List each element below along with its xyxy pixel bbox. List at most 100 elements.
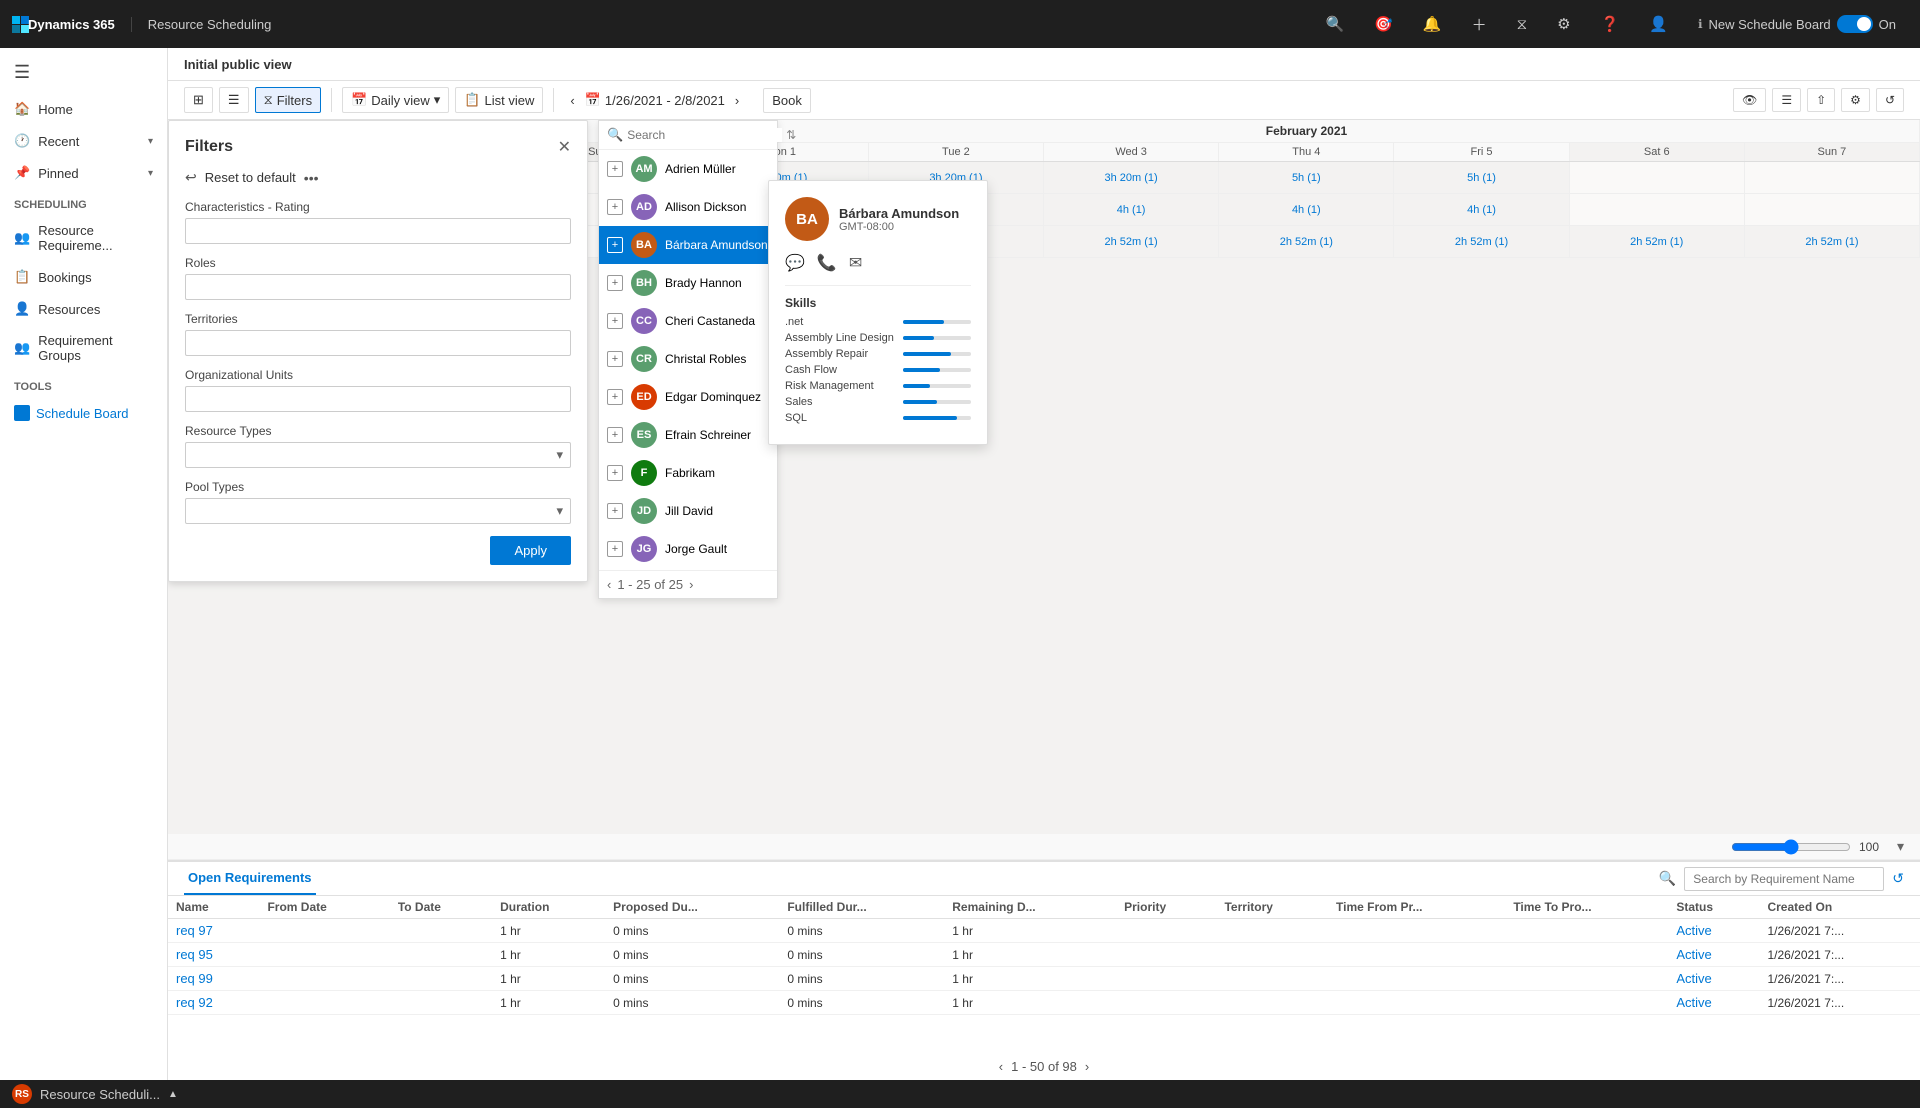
filter-icon[interactable]: ⧖	[1517, 16, 1528, 33]
pool-types-select[interactable]	[185, 498, 571, 524]
filters-button[interactable]: ⧖ Filters	[255, 87, 322, 113]
status-badge[interactable]: Active	[1676, 947, 1711, 962]
refresh-requirements-icon[interactable]: ↺	[1892, 870, 1904, 887]
cell-priority	[1116, 943, 1216, 967]
book-button[interactable]: Book	[763, 88, 811, 113]
list-item[interactable]: + JG Jorge Gault	[599, 530, 777, 568]
phone-icon[interactable]: 📞	[817, 253, 837, 273]
grid-view-button[interactable]: ⊞	[184, 87, 213, 113]
requirement-link[interactable]: req 99	[176, 971, 213, 986]
territories-input[interactable]	[185, 330, 571, 356]
status-badge[interactable]: Active	[1676, 995, 1711, 1010]
requirement-link[interactable]: req 95	[176, 947, 213, 962]
list-item[interactable]: + CC Cheri Castaneda	[599, 302, 777, 340]
sort-icon[interactable]: ⇅	[786, 128, 796, 142]
cell-remaining-dur: 1 hr	[944, 967, 1116, 991]
cell-fri5-r2[interactable]: 4h (1)	[1394, 194, 1569, 225]
sidebar-item-home[interactable]: 🏠 Home	[0, 93, 167, 125]
cell-wed3-r2[interactable]: 4h (1)	[1044, 194, 1219, 225]
day-wed-3: Wed 3	[1044, 143, 1219, 161]
prev-date-button[interactable]: ‹	[564, 91, 580, 110]
cell-wed3-r3[interactable]: 2h 52m (1)	[1044, 226, 1219, 257]
list-item[interactable]: + BA Bárbara Amundson	[599, 226, 777, 264]
org-units-input[interactable]	[185, 386, 571, 412]
status-badge[interactable]: Active	[1676, 971, 1711, 986]
settings-icon[interactable]: ⚙	[1557, 15, 1570, 33]
help-icon[interactable]: ❓	[1601, 15, 1620, 33]
expand-icon[interactable]: ▾	[1897, 838, 1904, 855]
requirement-link[interactable]: req 97	[176, 923, 213, 938]
list-item[interactable]: + F Fabrikam	[599, 454, 777, 492]
sidebar-item-bookings[interactable]: 📋 Bookings	[0, 261, 167, 293]
resource-view-button[interactable]: 👁	[1733, 88, 1766, 112]
sidebar-item-requirement-groups[interactable]: 👥 Requirement Groups	[0, 325, 167, 371]
share-button[interactable]: ⇧	[1807, 88, 1835, 112]
day-sat-6: Sat 6	[1570, 143, 1745, 161]
list-item[interactable]: + ES Efrain Schreiner	[599, 416, 777, 454]
resource-search-input[interactable]	[627, 128, 782, 142]
list-item[interactable]: + CR Christal Robles	[599, 340, 777, 378]
requirements-table: Name From Date To Date Duration Proposed…	[168, 896, 1920, 1015]
list-view-button[interactable]: 📋 List view	[455, 87, 543, 113]
add-resource-icon: +	[607, 161, 623, 177]
sidebar-item-resource-requirements[interactable]: 👥 Resource Requireme...	[0, 215, 167, 261]
list-item[interactable]: + BH Brady Hannon	[599, 264, 777, 302]
column-settings-button[interactable]: ☰	[1772, 88, 1801, 112]
toggle-switch[interactable]	[1837, 15, 1873, 33]
next-page-icon[interactable]: ›	[689, 577, 693, 592]
more-options-icon[interactable]: •••	[304, 170, 319, 186]
reset-to-default-button[interactable]: Reset to default	[205, 170, 296, 185]
list-item[interactable]: + AD Allison Dickson	[599, 188, 777, 226]
cell-thu4-r2[interactable]: 4h (1)	[1219, 194, 1394, 225]
cell-fri5-r1[interactable]: 5h (1)	[1394, 162, 1569, 193]
cell-thu4-r1[interactable]: 5h (1)	[1219, 162, 1394, 193]
list-item[interactable]: + JD Jill David	[599, 492, 777, 530]
daily-view-button[interactable]: 📅 Daily view ▾	[342, 87, 449, 113]
search-requirement-input[interactable]	[1684, 867, 1884, 891]
prev-page-button[interactable]: ‹	[999, 1059, 1003, 1074]
search-icon[interactable]: 🔍	[1326, 15, 1345, 33]
search-popup-icon: 🔍	[607, 127, 623, 143]
next-date-button[interactable]: ›	[729, 91, 745, 110]
sidebar-item-schedule-board[interactable]: Schedule Board	[0, 397, 167, 429]
list-item[interactable]: + AM Adrien Müller	[599, 150, 777, 188]
bell-icon[interactable]: 🔔	[1423, 15, 1442, 33]
cell-sat6-r3[interactable]: 2h 52m (1)	[1570, 226, 1745, 257]
bookings-icon: 📋	[14, 269, 30, 285]
open-requirements-label: Open Requirements	[188, 870, 312, 885]
cell-duration: 1 hr	[492, 919, 605, 943]
list-item[interactable]: + ED Edgar Dominquez	[599, 378, 777, 416]
cell-time-to	[1505, 967, 1668, 991]
dynamics-logo	[12, 16, 28, 32]
hamburger-menu[interactable]: ☰	[0, 52, 167, 93]
cell-thu4-r3[interactable]: 2h 52m (1)	[1219, 226, 1394, 257]
chat-icon[interactable]: 💬	[785, 253, 805, 273]
zoom-slider[interactable]	[1731, 839, 1851, 855]
apply-button[interactable]: Apply	[490, 536, 571, 565]
sidebar-item-resources[interactable]: 👤 Resources	[0, 293, 167, 325]
list-view-icon-button[interactable]: ☰	[219, 87, 249, 113]
home-icon: 🏠	[14, 101, 30, 117]
roles-input[interactable]	[185, 274, 571, 300]
cell-sun7-r3[interactable]: 2h 52m (1)	[1745, 226, 1920, 257]
sidebar-item-pinned[interactable]: 📌 Pinned ▾	[0, 157, 167, 189]
status-badge[interactable]: Active	[1676, 923, 1711, 938]
requirement-link[interactable]: req 92	[176, 995, 213, 1010]
sidebar-item-recent[interactable]: 🕐 Recent ▾	[0, 125, 167, 157]
cell-wed3-r1[interactable]: 3h 20m (1)	[1044, 162, 1219, 193]
characteristics-input[interactable]	[185, 218, 571, 244]
open-requirements-tab[interactable]: Open Requirements	[184, 862, 316, 895]
target-icon[interactable]: 🎯	[1374, 15, 1393, 33]
resource-types-select[interactable]	[185, 442, 571, 468]
bottom-bar-chevron-icon[interactable]: ▲	[168, 1089, 178, 1100]
user-icon[interactable]: 👤	[1649, 15, 1668, 33]
filters-close-button[interactable]: ✕	[558, 137, 571, 157]
next-page-button[interactable]: ›	[1085, 1059, 1089, 1074]
email-icon[interactable]: ✉	[849, 253, 862, 273]
settings-button[interactable]: ⚙	[1841, 88, 1870, 112]
cell-fri5-r3[interactable]: 2h 52m (1)	[1394, 226, 1569, 257]
refresh-button[interactable]: ↺	[1876, 88, 1904, 112]
org-units-label: Organizational Units	[185, 368, 571, 382]
plus-icon[interactable]: ＋	[1472, 14, 1487, 35]
prev-page-icon[interactable]: ‹	[607, 577, 611, 592]
